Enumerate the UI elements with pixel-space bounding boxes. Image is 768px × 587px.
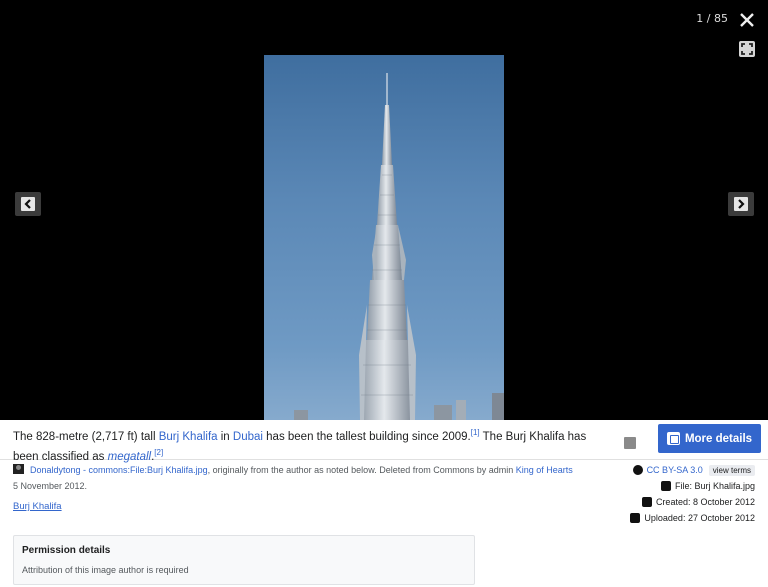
admin-link[interactable]: King of Hearts bbox=[516, 465, 573, 475]
caption-text: in bbox=[217, 430, 233, 443]
more-details-label: More details bbox=[684, 432, 753, 445]
more-details-button[interactable]: More details bbox=[658, 424, 761, 453]
image-caption: The 828-metre (2,717 ft) tall Burj Khali… bbox=[13, 425, 603, 465]
permission-text: Attribution of this image author is requ… bbox=[22, 565, 189, 575]
file-icon bbox=[660, 481, 671, 491]
next-image-button[interactable] bbox=[728, 192, 754, 216]
reference-1[interactable]: [1] bbox=[471, 428, 480, 437]
uploaded-date: Uploaded: 27 October 2012 bbox=[644, 513, 755, 523]
author-credit: Donaldytong - commons:File:Burj Khalifa.… bbox=[13, 462, 573, 494]
permission-details-box: Permission details Attribution of this i… bbox=[13, 535, 475, 585]
created-row: Created: 8 October 2012 bbox=[575, 494, 755, 510]
megatall-link[interactable]: megatall bbox=[108, 451, 151, 463]
file-metadata: CC BY-SA 3.0 view terms File: Burj Khali… bbox=[575, 462, 755, 526]
author-text: , originally from the author as noted be… bbox=[207, 465, 516, 475]
burj-khalifa-link[interactable]: Burj Khalifa bbox=[159, 431, 218, 443]
previous-image-button[interactable] bbox=[15, 192, 41, 216]
uploaded-row: Uploaded: 27 October 2012 bbox=[575, 510, 755, 526]
caption-row: The 828-metre (2,717 ft) tall Burj Khali… bbox=[0, 420, 768, 463]
file-page-icon bbox=[666, 432, 680, 445]
tower-image bbox=[294, 73, 504, 420]
dubai-link[interactable]: Dubai bbox=[233, 431, 263, 443]
file-row: File: Burj Khalifa.jpg bbox=[575, 478, 755, 494]
chevron-left-icon bbox=[21, 197, 35, 211]
details-panel: The 828-metre (2,717 ft) tall Burj Khali… bbox=[0, 420, 768, 587]
permission-title: Permission details bbox=[22, 545, 111, 556]
created-date: Created: 8 October 2012 bbox=[655, 497, 755, 507]
fullscreen-button[interactable] bbox=[738, 40, 756, 58]
license-row: CC BY-SA 3.0 view terms bbox=[575, 462, 755, 478]
license-link[interactable]: CC BY-SA 3.0 bbox=[647, 465, 703, 475]
caption-text: The 828-metre (2,717 ft) tall bbox=[13, 430, 159, 443]
author-source-link[interactable]: Donaldytong - commons:File:Burj Khalifa.… bbox=[30, 465, 208, 475]
chevron-right-icon bbox=[734, 197, 748, 211]
cc-license-icon bbox=[632, 465, 643, 475]
media-viewer: 1 / 85 bbox=[0, 0, 768, 420]
reference-2[interactable]: [2] bbox=[154, 448, 163, 457]
clock-icon bbox=[641, 497, 652, 507]
article-title-link[interactable]: Burj Khalifa bbox=[13, 501, 62, 512]
author-text: 5 November 2012. bbox=[13, 481, 88, 491]
expand-caption-icon[interactable] bbox=[624, 437, 636, 449]
close-icon bbox=[740, 13, 754, 27]
image-counter: 1 / 85 bbox=[696, 12, 728, 25]
fullscreen-icon bbox=[739, 41, 755, 57]
caption-text: has been the tallest building since 2009… bbox=[262, 430, 471, 443]
burj-khalifa-photo bbox=[264, 55, 504, 420]
view-terms-button[interactable]: view terms bbox=[708, 464, 755, 476]
close-button[interactable] bbox=[738, 11, 756, 29]
upload-icon bbox=[630, 513, 641, 523]
file-name: File: Burj Khalifa.jpg bbox=[674, 481, 755, 491]
author-icon bbox=[13, 464, 24, 474]
